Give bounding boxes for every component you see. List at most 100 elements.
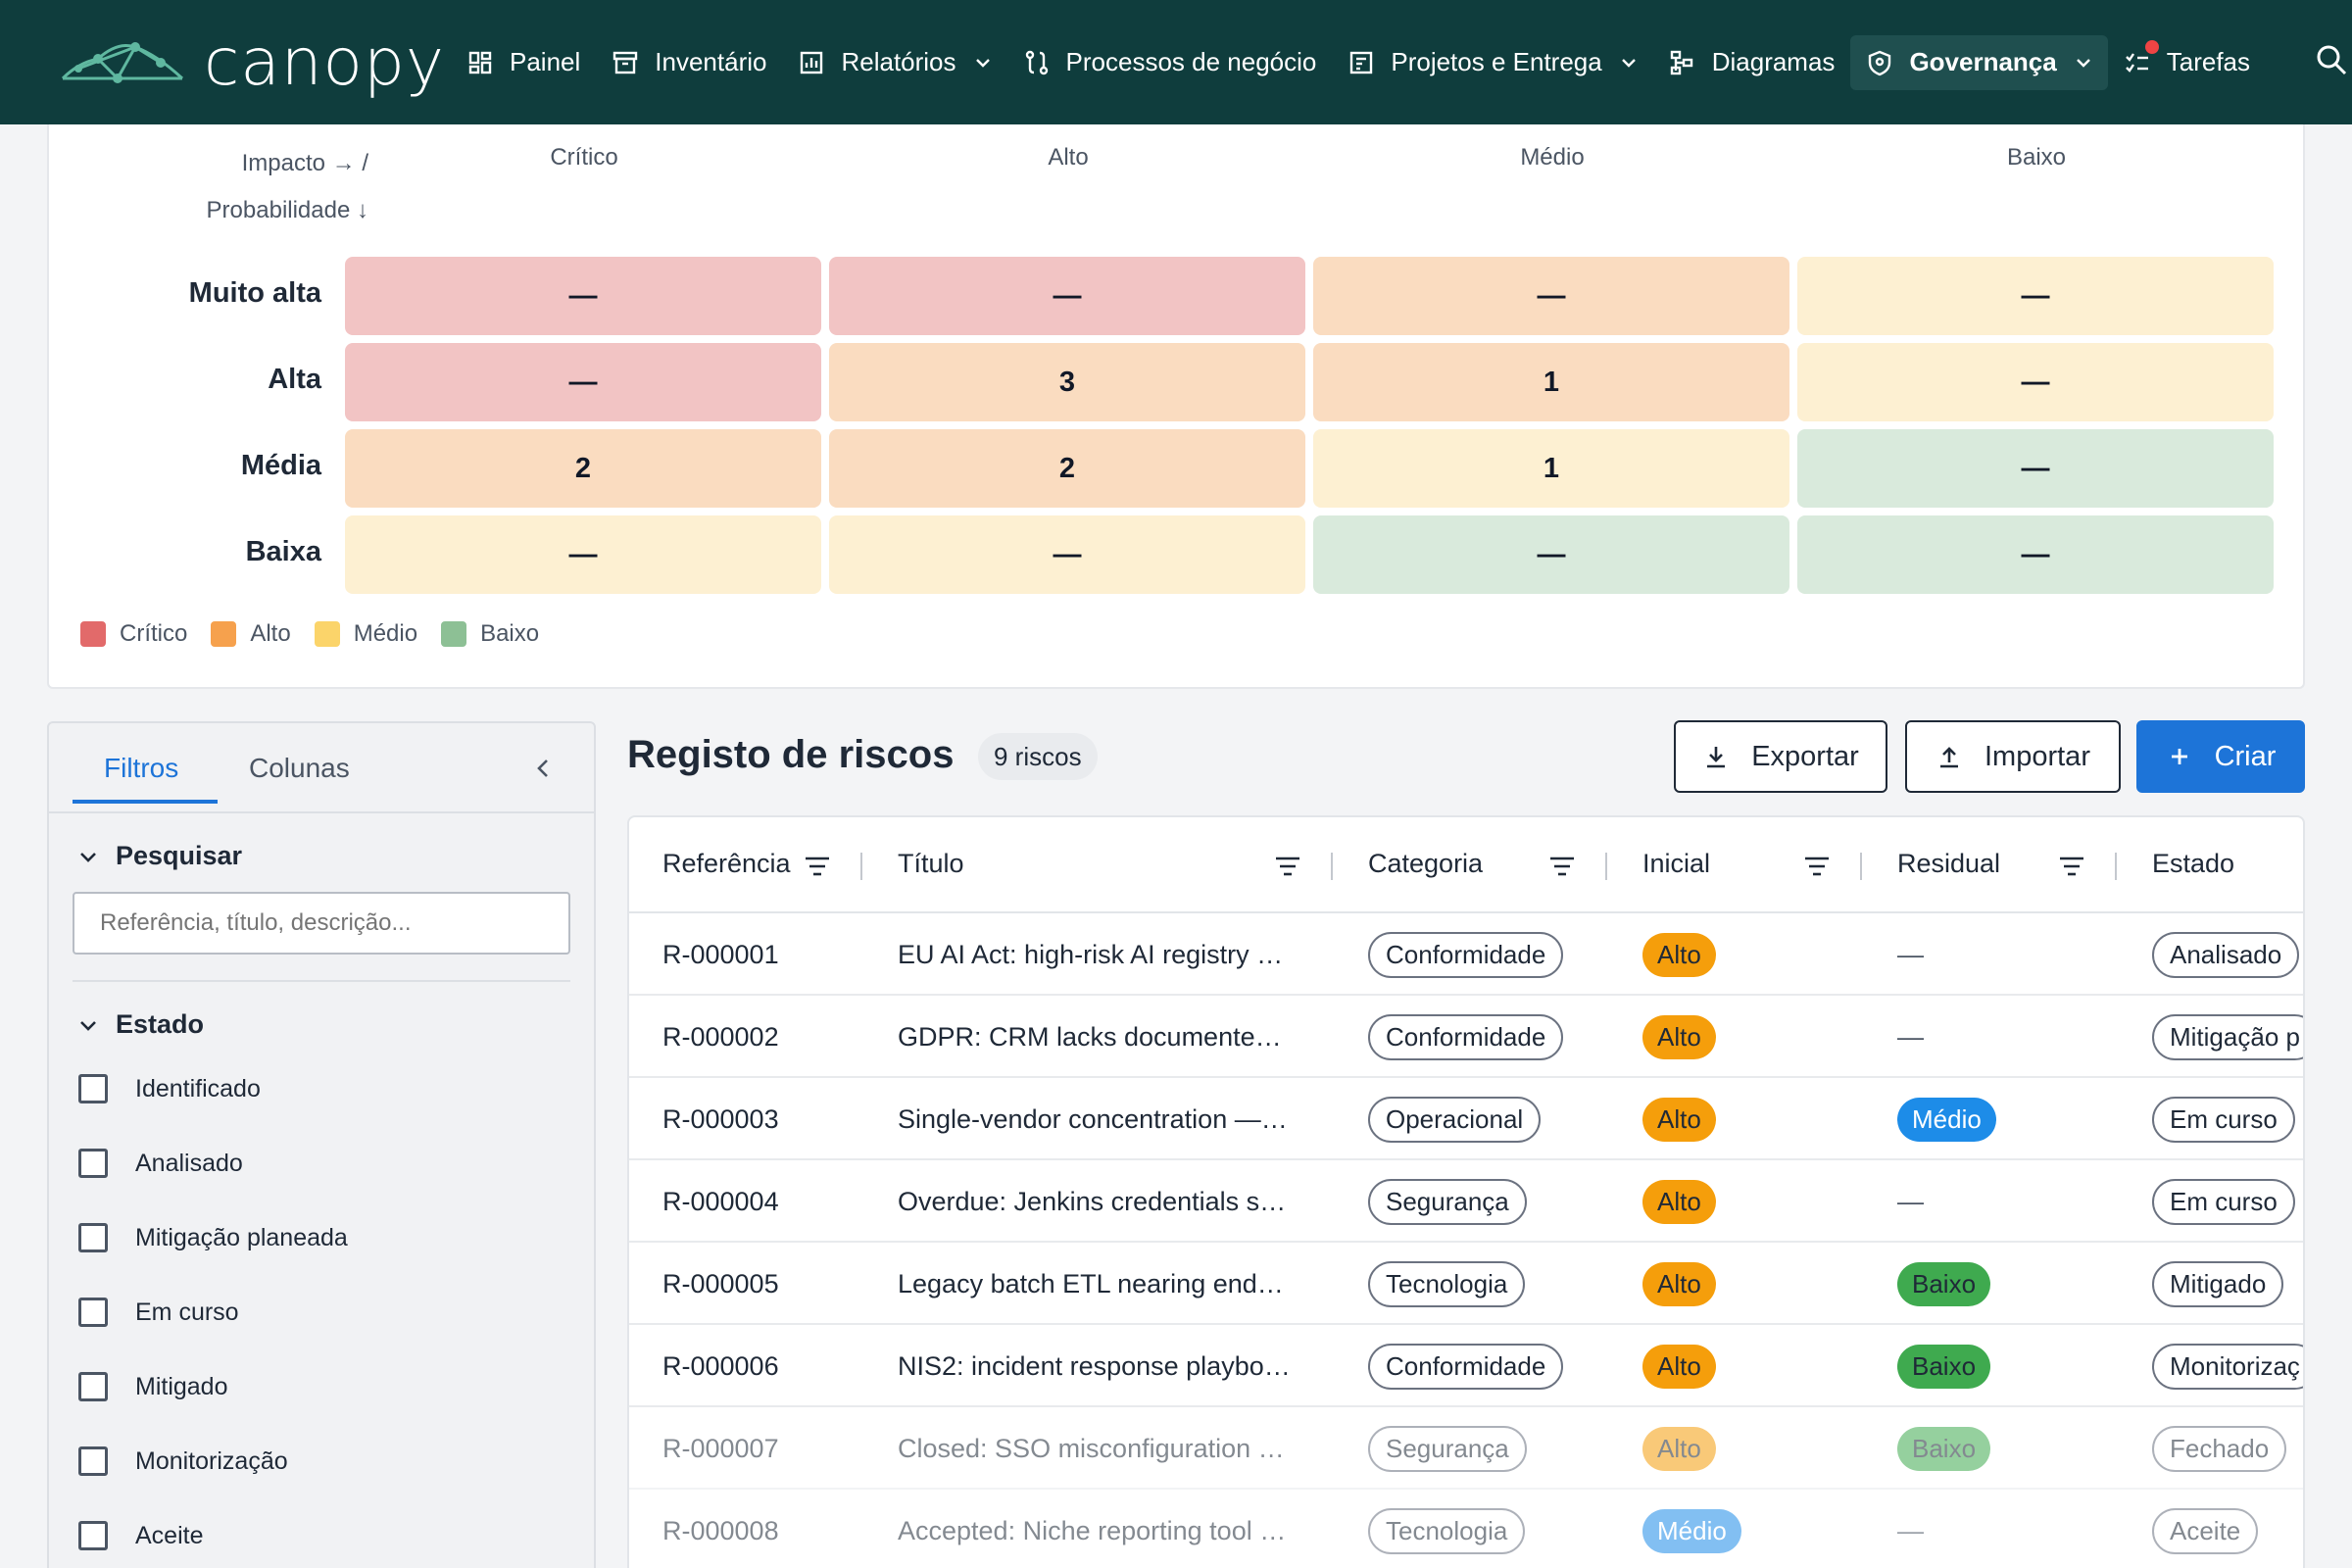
search-input[interactable]: [73, 892, 570, 955]
column-label: Título: [898, 849, 964, 878]
nav-item-diagramas[interactable]: Diagramas: [1653, 35, 1851, 90]
checkbox-box[interactable]: [78, 1074, 108, 1103]
checkbox-box[interactable]: [78, 1521, 108, 1550]
table-row[interactable]: R-000008 Accepted: Niche reporting tool …: [629, 1490, 2303, 1568]
heatmap-cell[interactable]: —: [345, 257, 821, 335]
heatmap-cell[interactable]: 1: [1313, 429, 1789, 508]
category-badge: Operacional: [1368, 1096, 1542, 1143]
import-button[interactable]: Importar: [1905, 720, 2121, 793]
residual-level-badge: Baixo: [1897, 1426, 1991, 1471]
column-header-residual[interactable]: Residual: [1897, 849, 2000, 879]
heatmap-cell[interactable]: 2: [829, 429, 1305, 508]
state-checkbox[interactable]: Em curso: [78, 1298, 239, 1327]
heatmap-cell[interactable]: —: [1313, 257, 1789, 335]
heatmap-cell[interactable]: —: [1797, 515, 2274, 594]
state-badge: Mitigado: [2152, 1260, 2284, 1307]
residual-empty: —: [1897, 1186, 1924, 1216]
table-row[interactable]: R-000003 Single-vendor concentration —… …: [629, 1078, 2303, 1160]
filter-icon[interactable]: [1803, 855, 1831, 878]
initial-level-badge: Alto: [1642, 932, 1716, 977]
heatmap-cell[interactable]: —: [1797, 257, 2274, 335]
checkbox-label: Aceite: [135, 1521, 204, 1549]
cell-title[interactable]: Single-vendor concentration —…: [898, 1078, 1299, 1160]
heatmap-cell[interactable]: —: [1797, 429, 2274, 508]
cell-reference: R-000007: [662, 1433, 779, 1463]
tab-filters[interactable]: Filtros: [104, 753, 178, 784]
column-header-state[interactable]: Estado: [2152, 849, 2234, 879]
table-row[interactable]: R-000007 Closed: SSO misconfiguration … …: [629, 1407, 2303, 1490]
nav-item-relatorios[interactable]: Relatórios: [782, 35, 1006, 90]
heatmap-cell[interactable]: —: [345, 515, 821, 594]
heatmap-cell[interactable]: —: [829, 257, 1305, 335]
create-button[interactable]: Criar: [2136, 720, 2305, 793]
cell-title[interactable]: Legacy batch ETL nearing end…: [898, 1243, 1299, 1325]
state-checkbox[interactable]: Mitigação planeada: [78, 1223, 348, 1252]
column-label: Residual: [1897, 849, 2001, 878]
heatmap-cell[interactable]: —: [1797, 343, 2274, 421]
filter-icon[interactable]: [2058, 855, 2085, 878]
heatmap-cell[interactable]: —: [829, 515, 1305, 594]
table-row[interactable]: R-000001 EU AI Act: high-risk AI registr…: [629, 913, 2303, 996]
state-checkbox[interactable]: Monitorização: [78, 1446, 288, 1476]
filter-icon[interactable]: [1274, 855, 1301, 878]
table-row[interactable]: R-000002 GDPR: CRM lacks documente… Conf…: [629, 996, 2303, 1078]
checkbox-box[interactable]: [78, 1149, 108, 1178]
heatmap-cell[interactable]: 3: [829, 343, 1305, 421]
cell-reference: R-000008: [662, 1515, 779, 1545]
cell-title[interactable]: Accepted: Niche reporting tool …: [898, 1490, 1299, 1568]
state-section-header[interactable]: Estado: [78, 1009, 204, 1040]
checkbox-box[interactable]: [78, 1298, 108, 1327]
table-row[interactable]: R-000004 Overdue: Jenkins credentials s……: [629, 1160, 2303, 1243]
legend-swatch: [314, 621, 340, 647]
nav-item-inventario[interactable]: Inventário: [596, 35, 782, 90]
column-header-category[interactable]: Categoria: [1368, 849, 1483, 879]
tab-columns[interactable]: Colunas: [249, 753, 350, 784]
residual-empty: —: [1897, 939, 1924, 969]
legend-swatch: [441, 621, 467, 647]
column-header-reference[interactable]: Referência: [662, 849, 791, 879]
column-header-initial[interactable]: Inicial: [1642, 849, 1710, 879]
checkbox-box[interactable]: [78, 1223, 108, 1252]
column-separator: [2115, 853, 2117, 880]
collapse-panel-icon[interactable]: [531, 755, 555, 782]
checkbox-box[interactable]: [78, 1372, 108, 1401]
state-checkbox[interactable]: Analisado: [78, 1149, 243, 1178]
state-checkbox[interactable]: Mitigado: [78, 1372, 228, 1401]
state-checkbox[interactable]: Aceite: [78, 1521, 203, 1550]
checkbox-label: Identificado: [135, 1074, 261, 1102]
nav-label: Relatórios: [841, 47, 956, 76]
heatmap-cell[interactable]: 1: [1313, 343, 1789, 421]
nav-item-projetos[interactable]: Projetos e Entrega: [1332, 35, 1652, 90]
section-label: Estado: [116, 1009, 205, 1039]
cell-title[interactable]: Closed: SSO misconfiguration …: [898, 1407, 1299, 1490]
table-row[interactable]: R-000005 Legacy batch ETL nearing end… T…: [629, 1243, 2303, 1325]
column-label: Estado: [2152, 849, 2235, 878]
nav-item-governanca[interactable]: Governança: [1850, 34, 2108, 90]
search-section-header[interactable]: Pesquisar: [78, 841, 242, 871]
checkbox-box[interactable]: [78, 1446, 108, 1476]
state-checkbox[interactable]: Identificado: [78, 1074, 261, 1103]
cell-title[interactable]: GDPR: CRM lacks documente…: [898, 996, 1299, 1078]
nav-item-painel[interactable]: Painel: [451, 35, 596, 90]
nav-item-processos[interactable]: Processos de negócio: [1007, 35, 1333, 90]
cell-title[interactable]: NIS2: incident response playbo…: [898, 1325, 1299, 1407]
cell-title[interactable]: EU AI Act: high-risk AI registry …: [898, 913, 1299, 996]
filter-icon[interactable]: [804, 855, 831, 878]
heatmap-cell[interactable]: 2: [345, 429, 821, 508]
heatmap-cell[interactable]: —: [345, 343, 821, 421]
table-row[interactable]: R-000006 NIS2: incident response playbo……: [629, 1325, 2303, 1407]
filter-panel-tabs: Filtros Colunas: [49, 723, 594, 813]
nav-item-tarefas[interactable]: Tarefas: [2108, 35, 2266, 90]
top-navigation-bar: canopy Painel Inventário Relatórios Proc…: [0, 0, 2352, 124]
column-header-title[interactable]: Título: [898, 849, 964, 879]
cell-title[interactable]: Overdue: Jenkins credentials s…: [898, 1160, 1299, 1243]
residual-level-badge: Baixo: [1897, 1261, 1991, 1306]
search-icon[interactable]: [2315, 43, 2348, 76]
heatmap-cell[interactable]: —: [1313, 515, 1789, 594]
filter-icon[interactable]: [1548, 855, 1576, 878]
heatmap-column-header: Médio: [1520, 144, 1585, 171]
shield-icon: [1869, 50, 1891, 75]
brand[interactable]: canopy: [59, 24, 451, 100]
export-button[interactable]: Exportar: [1674, 720, 1887, 793]
risk-table: Referência Título Categoria Inicial Resi…: [627, 815, 2305, 1568]
